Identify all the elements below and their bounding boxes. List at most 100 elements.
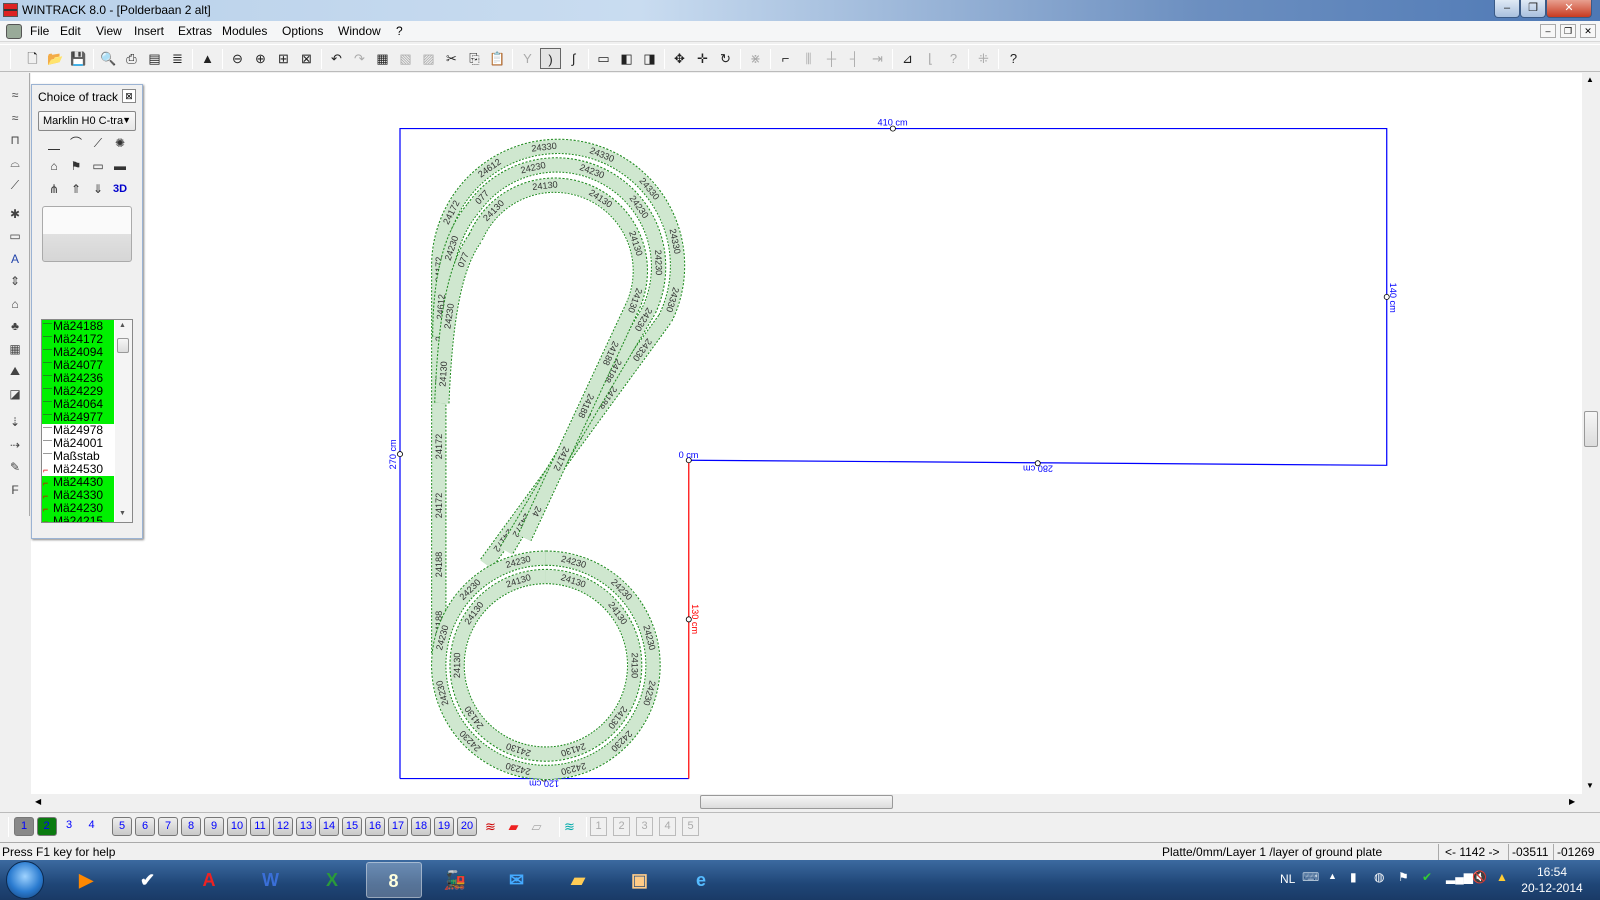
landscape-icon[interactable]: ⛰ <box>4 361 26 381</box>
menu-view[interactable]: View <box>96 24 122 38</box>
list-scroll-thumb[interactable] <box>117 338 129 353</box>
horizontal-scroll-thumb[interactable] <box>700 795 893 809</box>
parts-list-icon[interactable]: ≣ <box>167 48 188 69</box>
measure-line-icon[interactable]: ⌊ <box>920 48 941 69</box>
move-icon[interactable]: ✥ <box>669 48 690 69</box>
document-icon[interactable] <box>6 24 22 39</box>
move-object-icon[interactable]: ✛ <box>692 48 713 69</box>
layer-button-6[interactable]: 6 <box>135 817 155 836</box>
menu-extras[interactable]: Extras <box>178 24 212 38</box>
tree-icon[interactable]: ♣ <box>4 316 26 336</box>
height-icon[interactable]: ⌐ <box>775 48 796 69</box>
layer-grey-icon[interactable]: ▱ <box>526 816 547 837</box>
google-drive-icon[interactable]: ▲ <box>1496 870 1508 884</box>
menu-help[interactable]: ? <box>396 24 403 38</box>
view-button-2[interactable]: 2 <box>613 817 630 836</box>
catenary-icon[interactable]: ⋔ <box>44 179 64 199</box>
scroll-right-icon[interactable]: ▶ <box>1569 797 1575 806</box>
3d-view-icon[interactable]: 3D <box>110 179 130 199</box>
update-icon[interactable]: ◍ <box>1374 870 1384 884</box>
list-scrollbar[interactable]: ▲ ▼ <box>115 320 132 522</box>
print-icon[interactable]: ⎙ <box>121 48 142 69</box>
zoom-window-icon[interactable]: ⊞ <box>273 48 294 69</box>
layers-icon[interactable]: ≋ <box>480 816 501 837</box>
switch-icon[interactable]: Y <box>517 48 538 69</box>
mdi-close-button[interactable]: ✕ <box>1580 24 1596 38</box>
layer-button-4[interactable]: 4 <box>82 817 102 836</box>
action-center-flag-icon[interactable]: ⚑ <box>1398 870 1409 884</box>
paint-icon[interactable]: ✎ <box>4 457 26 477</box>
layer-button-2[interactable]: 2 <box>36 817 57 836</box>
show-hidden-icons-icon[interactable]: ▲ <box>1328 871 1337 881</box>
connect-icon[interactable]: ⋇ <box>745 48 766 69</box>
layer-button-10[interactable]: 10 <box>227 817 247 836</box>
menu-insert[interactable]: Insert <box>134 24 164 38</box>
menu-file[interactable]: File <box>30 24 49 38</box>
layer-button-16[interactable]: 16 <box>365 817 385 836</box>
scroll-up-icon[interactable]: ▲ <box>119 322 126 329</box>
menu-options[interactable]: Options <box>282 24 323 38</box>
view-button-5[interactable]: 5 <box>682 817 699 836</box>
bring-front-icon[interactable]: ◧ <box>616 48 637 69</box>
language-indicator[interactable]: NL <box>1280 872 1295 886</box>
layer-button-17[interactable]: 17 <box>388 817 408 836</box>
open-folder-icon[interactable]: 📂 <box>45 48 66 69</box>
media-player-icon[interactable]: ▶ <box>58 862 114 898</box>
network-icon[interactable]: ▂▄▆ <box>1446 870 1473 884</box>
branch-icon[interactable]: ┤ <box>844 48 865 69</box>
zoom-fit-icon[interactable]: ⊠ <box>296 48 317 69</box>
save-icon[interactable]: 💾 <box>68 48 89 69</box>
flex-track-2-icon[interactable]: ≈ <box>4 108 26 128</box>
toolbar-grip[interactable] <box>8 817 9 837</box>
terrain-icon[interactable]: ▦ <box>4 339 26 359</box>
lower-icon[interactable]: ⇓ <box>88 179 108 199</box>
undo-icon[interactable]: ↶ <box>326 48 347 69</box>
split-icon[interactable]: ⫼ <box>798 48 819 69</box>
measure-icon[interactable]: ⊿ <box>897 48 918 69</box>
explorer-icon[interactable]: ▰ <box>550 862 606 898</box>
platform-icon[interactable]: ▬ <box>110 156 130 176</box>
zoom-in-icon[interactable]: ⊕ <box>250 48 271 69</box>
rotate-180-icon[interactable]: ↻ <box>715 48 736 69</box>
measure-vertical-icon[interactable]: ⇣ <box>4 412 26 432</box>
switch-track-icon[interactable]: ⟋ <box>88 133 108 153</box>
picture-icon[interactable]: ▲ <box>197 48 218 69</box>
paste-icon[interactable]: 📋 <box>487 48 508 69</box>
straight-track-icon[interactable]: ⎽ <box>44 133 64 153</box>
measure-horizontal-icon[interactable]: ⇢ <box>4 435 26 455</box>
minimize-button[interactable]: – <box>1494 0 1520 18</box>
copy-page-icon[interactable]: ▧ <box>395 48 416 69</box>
acrobat-icon[interactable]: A <box>181 862 237 898</box>
document-red-icon[interactable]: ▦ <box>372 48 393 69</box>
menu-window[interactable]: Window <box>338 24 381 38</box>
view-button-3[interactable]: 3 <box>636 817 653 836</box>
scroll-down-icon[interactable]: ▼ <box>119 510 126 517</box>
scroll-down-icon[interactable]: ▼ <box>1586 781 1594 790</box>
volume-muted-icon[interactable]: 🔇 <box>1472 870 1487 884</box>
snap-icon[interactable]: ⁜ <box>973 48 994 69</box>
print-setup-icon[interactable]: ▤ <box>144 48 165 69</box>
scroll-left-icon[interactable]: ◀ <box>35 797 41 806</box>
print-preview-icon[interactable]: 🔍 <box>98 48 119 69</box>
flex-track-icon[interactable]: ≈ <box>4 85 26 105</box>
redo-icon[interactable]: ↷ <box>349 48 370 69</box>
excel-icon[interactable]: X <box>304 862 360 898</box>
bridge-icon[interactable]: ⌓ <box>4 153 26 173</box>
vertical-scrollbar[interactable]: ▲ ▼ <box>1582 73 1600 794</box>
layer-button-11[interactable]: 11 <box>250 817 270 836</box>
platform-icon[interactable]: ▭ <box>4 226 26 246</box>
track-list[interactable]: ⎺Mä24188 ⎺Mä24172 ⎺Mä24094 ⎺Mä24077 ⎺Mä24236… <box>41 319 133 523</box>
layer-button-8[interactable]: 8 <box>181 817 201 836</box>
contour-icon[interactable]: ◪ <box>4 384 26 404</box>
view-button-1[interactable]: 1 <box>590 817 607 836</box>
curve-track-icon[interactable]: ) <box>540 48 561 69</box>
clock[interactable]: 16:54 20-12-2014 <box>1520 864 1584 896</box>
drawing-canvas[interactable] <box>31 73 1582 794</box>
train-app-icon[interactable]: 🚂 <box>427 862 483 898</box>
ramp-icon[interactable]: ⟋ <box>4 175 26 195</box>
sync-icon[interactable]: ✔ <box>1422 870 1432 884</box>
flex-track-icon[interactable]: ∫ <box>563 48 584 69</box>
panel-close-button[interactable]: ⊠ <box>122 89 136 103</box>
sign-icon[interactable]: ▭ <box>88 156 108 176</box>
track-preview-button[interactable] <box>42 206 132 262</box>
